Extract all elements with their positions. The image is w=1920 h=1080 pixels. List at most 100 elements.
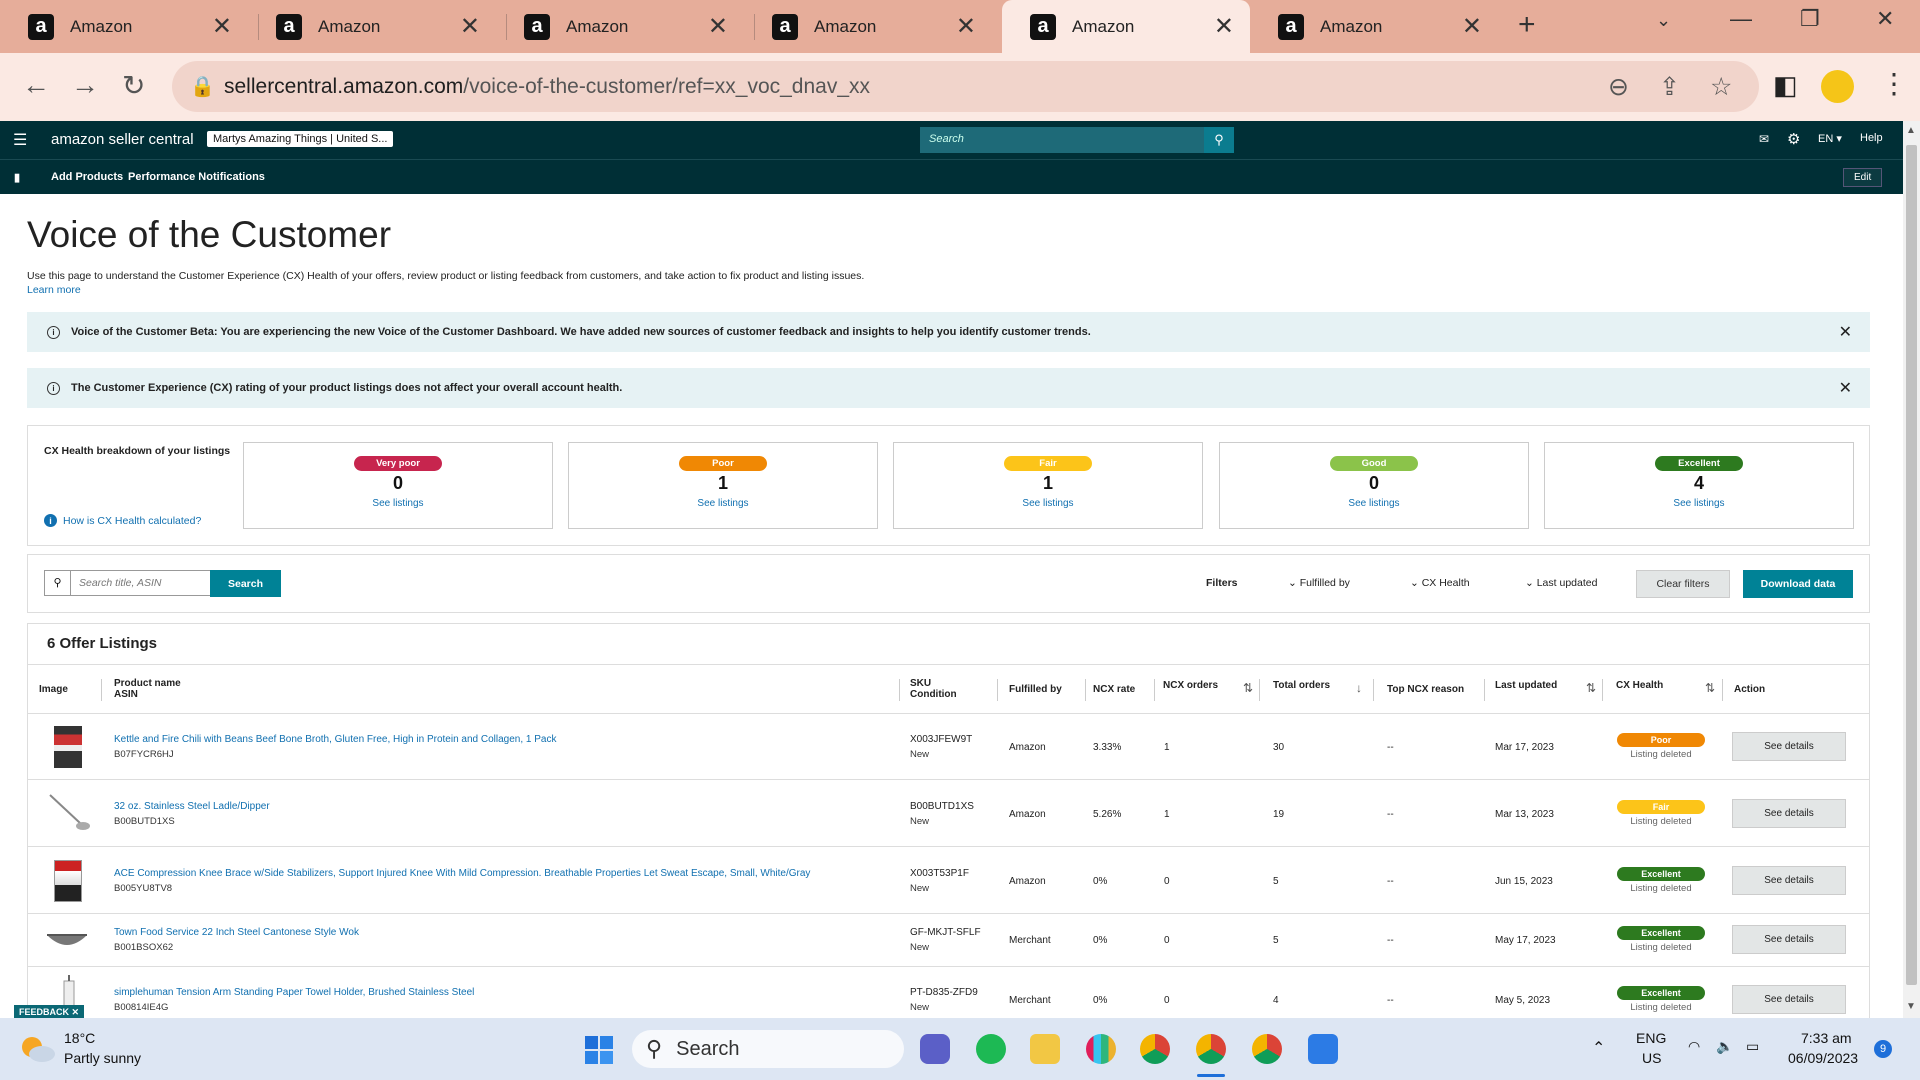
battery-icon[interactable]: ▭ [1746, 1038, 1759, 1055]
close-tab-icon[interactable]: ✕ [1462, 12, 1482, 41]
new-tab-icon[interactable]: + [1518, 8, 1536, 42]
restore-icon[interactable]: ❐ [1800, 6, 1820, 32]
wifi-icon[interactable]: ◠ [1688, 1038, 1700, 1055]
see-listings-link[interactable]: See listings [569, 498, 877, 509]
close-tab-icon[interactable]: ✕ [956, 12, 976, 41]
see-details-button[interactable]: See details [1732, 732, 1846, 761]
share-icon[interactable]: ⇪ [1659, 72, 1680, 102]
settings-gear-icon[interactable]: ⚙ [1787, 130, 1800, 148]
sort-icon[interactable]: ⇅ [1586, 681, 1596, 695]
product-image[interactable] [45, 925, 89, 953]
listing-search-input[interactable]: ⚲ Search title, ASIN [44, 570, 212, 596]
see-details-button[interactable]: See details [1732, 866, 1846, 895]
fulfilled-by-filter[interactable]: ⌄ Fulfilled by [1288, 577, 1350, 589]
language-selector[interactable]: EN ▾ [1818, 132, 1842, 145]
taskbar-search[interactable]: ⚲ Search [632, 1030, 904, 1068]
teams-icon[interactable] [920, 1034, 950, 1064]
scroll-down-icon[interactable]: ▼ [1906, 1001, 1916, 1012]
browser-tab[interactable]: a Amazon ✕ [496, 0, 744, 53]
product-image[interactable] [54, 860, 82, 902]
browser-tab[interactable]: a Amazon ✕ [1250, 0, 1498, 53]
hamburger-menu-icon[interactable]: ☰ [13, 130, 27, 150]
browser-tab-active[interactable]: a Amazon ✕ [1002, 0, 1250, 53]
close-tab-icon[interactable]: ✕ [460, 12, 480, 41]
slack-icon[interactable] [1086, 1034, 1116, 1064]
scrollbar-thumb[interactable] [1906, 145, 1917, 985]
close-tab-icon[interactable]: ✕ [212, 12, 232, 41]
forward-icon[interactable]: → [71, 69, 99, 101]
download-data-button[interactable]: Download data [1743, 570, 1853, 598]
add-products-link[interactable]: Add Products [51, 171, 123, 183]
see-listings-link[interactable]: See listings [1545, 498, 1853, 509]
product-name-link[interactable]: Kettle and Fire Chili with Beans Beef Bo… [114, 734, 556, 745]
see-listings-link[interactable]: See listings [244, 498, 552, 509]
performance-notifications-link[interactable]: Performance Notifications [128, 171, 265, 183]
windows-start-icon[interactable] [584, 1035, 614, 1065]
product-name-link[interactable]: ACE Compression Knee Brace w/Side Stabil… [114, 868, 810, 879]
chevron-up-icon[interactable]: ⌃ [1592, 1038, 1605, 1058]
scroll-up-icon[interactable]: ▲ [1906, 125, 1916, 136]
last-updated-filter[interactable]: ⌄ Last updated [1525, 577, 1597, 589]
header-search-input[interactable]: Search [920, 127, 1204, 153]
weather-temp[interactable]: 18°C [64, 1030, 95, 1046]
chrome-icon[interactable] [1140, 1034, 1170, 1064]
col-total-orders[interactable]: Total orders [1273, 661, 1330, 709]
lock-icon[interactable]: 🔒 [190, 74, 215, 99]
close-tab-icon[interactable]: ✕ [708, 12, 728, 41]
close-icon[interactable]: ✕ [72, 1007, 80, 1017]
bookmark-star-icon[interactable]: ☆ [1710, 72, 1732, 102]
browser-tab[interactable]: a Amazon ✕ [248, 0, 496, 53]
zoom-icon[interactable]: ⊖ [1608, 72, 1629, 102]
cx-health-filter[interactable]: ⌄ CX Health [1410, 577, 1470, 589]
clock-time[interactable]: 7:33 am [1801, 1030, 1852, 1046]
cx-how-link[interactable]: i How is CX Health calculated? [44, 514, 201, 527]
notification-badge[interactable]: 9 [1874, 1040, 1892, 1058]
col-last-updated[interactable]: Last updated [1495, 661, 1557, 709]
see-details-button[interactable]: See details [1732, 925, 1846, 954]
mail-icon[interactable]: ✉ [1759, 132, 1769, 146]
product-image[interactable] [46, 791, 92, 833]
chrome-icon[interactable] [1252, 1034, 1282, 1064]
col-ncx-orders[interactable]: NCX orders [1163, 661, 1218, 709]
close-window-icon[interactable]: ✕ [1876, 6, 1894, 32]
page-scrollbar[interactable]: ▲ ▼ [1903, 121, 1920, 1018]
product-image[interactable] [54, 726, 82, 768]
weather-sun-icon[interactable] [18, 1032, 56, 1066]
reload-icon[interactable]: ↻ [122, 69, 145, 102]
clear-filters-button[interactable]: Clear filters [1636, 570, 1730, 598]
chrome-icon-active[interactable] [1196, 1034, 1226, 1064]
bookmark-icon[interactable]: ▮ [14, 171, 20, 184]
clock-date[interactable]: 06/09/2023 [1788, 1050, 1858, 1066]
minimize-icon[interactable]: — [1730, 6, 1752, 32]
product-name-link[interactable]: 32 oz. Stainless Steel Ladle/Dipper [114, 801, 270, 812]
seller-central-logo[interactable]: amazon seller central [51, 131, 194, 148]
back-icon[interactable]: ← [22, 69, 50, 101]
browser-tab[interactable]: a Amazon ✕ [744, 0, 992, 53]
weather-text[interactable]: Partly sunny [64, 1050, 141, 1066]
help-link[interactable]: Help [1860, 132, 1883, 144]
edit-button[interactable]: Edit [1843, 168, 1883, 187]
spotify-icon[interactable] [976, 1034, 1006, 1064]
close-banner-icon[interactable]: ✕ [1839, 322, 1852, 342]
see-listings-link[interactable]: See listings [894, 498, 1202, 509]
store-selector[interactable]: Martys Amazing Things | United S... [207, 131, 394, 147]
region-indicator[interactable]: US [1642, 1050, 1661, 1066]
learn-more-link[interactable]: Learn more [27, 284, 81, 296]
sort-icon[interactable]: ⇅ [1705, 681, 1715, 695]
close-banner-icon[interactable]: ✕ [1839, 378, 1852, 398]
volume-icon[interactable]: 🔈 [1716, 1038, 1733, 1055]
tab-search-icon[interactable]: ⌄ [1656, 10, 1671, 31]
see-details-button[interactable]: See details [1732, 985, 1846, 1014]
see-listings-link[interactable]: See listings [1220, 498, 1528, 509]
browser-menu-icon[interactable]: ⋮ [1880, 67, 1908, 100]
product-name-link[interactable]: Town Food Service 22 Inch Steel Cantones… [114, 927, 359, 938]
notepad-icon[interactable] [1308, 1034, 1338, 1064]
language-indicator[interactable]: ENG [1636, 1030, 1666, 1046]
side-panel-icon[interactable]: ◧ [1773, 70, 1798, 101]
address-bar[interactable]: 🔒 sellercentral.amazon.com/voice-of-the-… [172, 61, 1759, 112]
product-name-link[interactable]: simplehuman Tension Arm Standing Paper T… [114, 987, 474, 998]
search-button[interactable]: Search [210, 570, 281, 597]
file-explorer-icon[interactable] [1030, 1034, 1060, 1064]
col-cx-health[interactable]: CX Health [1616, 661, 1663, 709]
sort-down-icon[interactable]: ↓ [1356, 681, 1362, 695]
